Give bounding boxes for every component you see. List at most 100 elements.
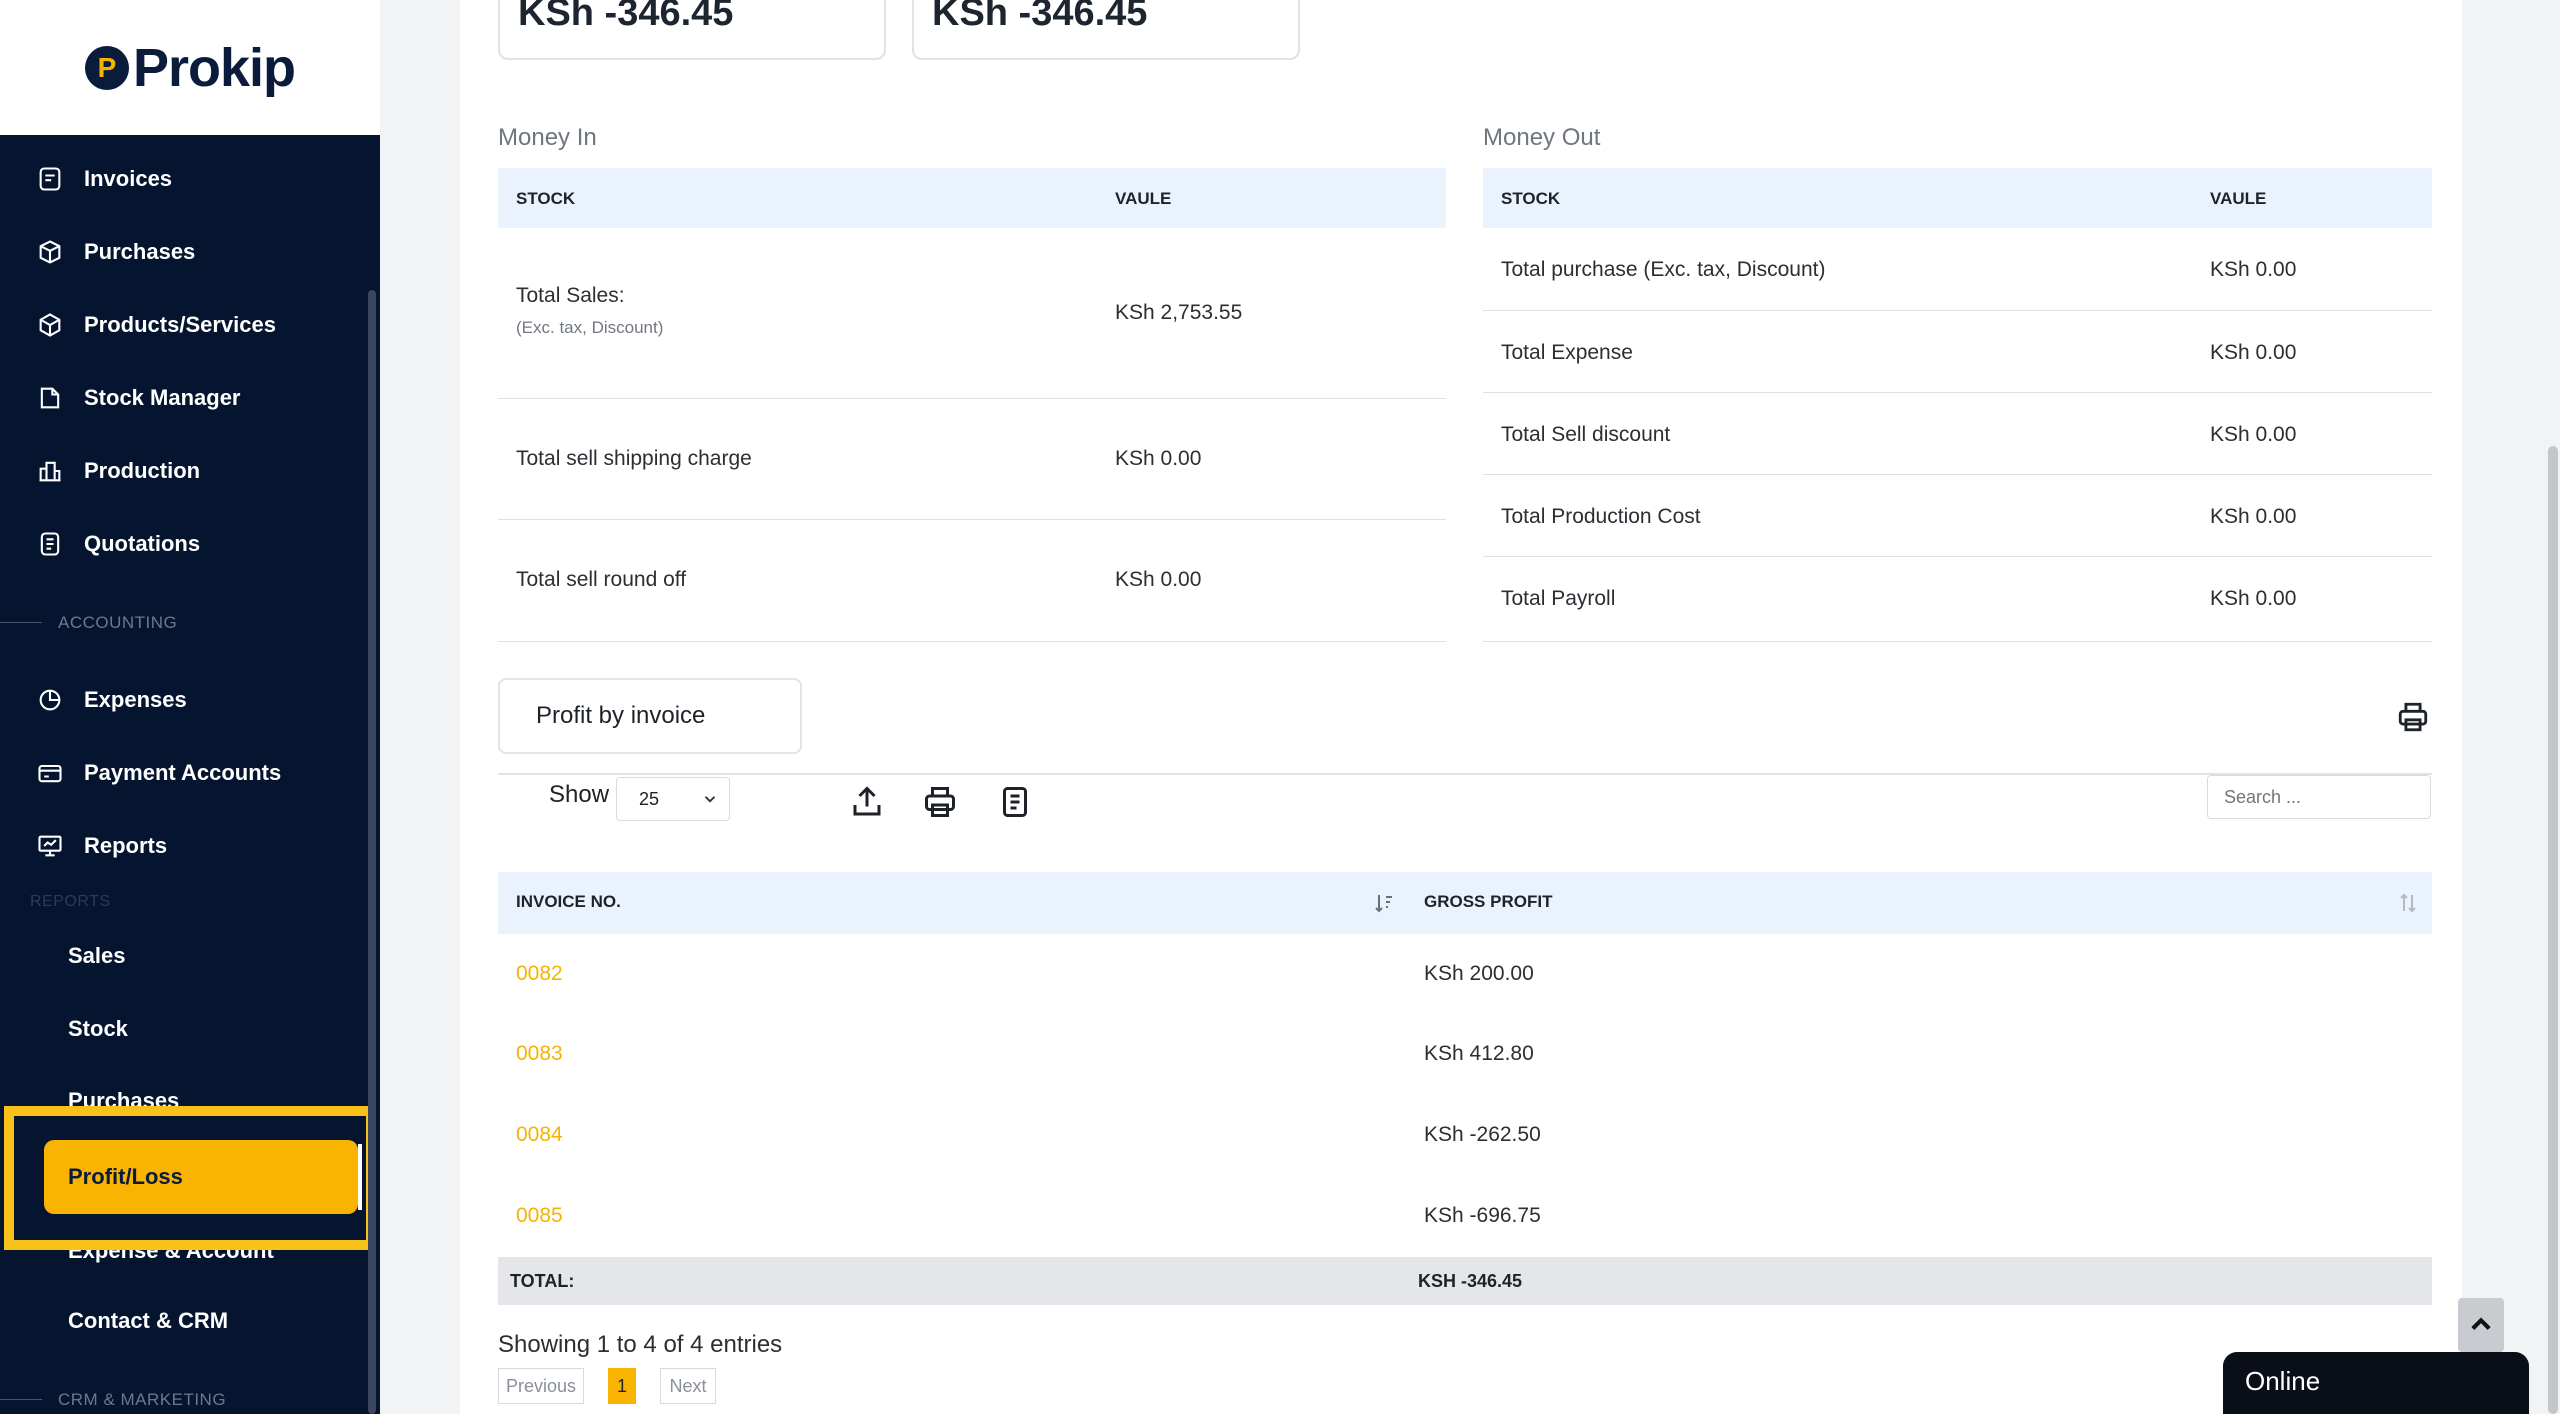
sidebar-item-label: Profit/Loss <box>68 1164 183 1189</box>
search-input[interactable] <box>2207 775 2431 819</box>
row-label: Total sell shipping charge <box>516 447 752 470</box>
row-label: Total purchase (Exc. tax, Discount) <box>1501 258 1826 281</box>
table-row: Total purchase (Exc. tax, Discount) KSh … <box>1483 228 2432 311</box>
row-label: Total Sell discount <box>1501 423 1671 446</box>
brand-mark-icon: P <box>84 45 129 90</box>
table-row: 0082 KSh 200.00 <box>498 934 2432 1014</box>
sidebar-item-label: Contact & CRM <box>68 1308 229 1333</box>
gross-profit-value: KSh 200.00 <box>1424 962 1534 985</box>
logo-area: P Prokip <box>0 0 380 135</box>
page-scrollbar[interactable] <box>2548 446 2558 1414</box>
sidebar-item-payment-accounts[interactable]: Payment Accounts <box>0 743 370 803</box>
row-value: KSh 0.00 <box>2210 587 2297 610</box>
chat-widget-online[interactable]: Online <box>2223 1352 2529 1414</box>
table-row: Total Production Cost KSh 0.00 <box>1483 475 2432 557</box>
row-value: KSh 0.00 <box>1115 568 1202 591</box>
sidebar-subitem-purchases[interactable]: Purchases <box>0 1072 370 1106</box>
column-header-invoice-no[interactable]: INVOICE NO. <box>516 892 621 912</box>
gross-profit-value: KSh 412.80 <box>1424 1042 1534 1065</box>
sidebar-item-production[interactable]: Production <box>0 441 370 501</box>
sidebar-item-stock-manager[interactable]: Stock Manager <box>0 368 370 428</box>
invoice-link[interactable]: 0084 <box>516 1123 563 1147</box>
sidebar-item-label: Invoices <box>84 166 173 191</box>
chevron-up-icon <box>2471 1317 2491 1330</box>
column-header-value: VAULE <box>1115 189 1172 208</box>
print-icon[interactable] <box>922 784 958 820</box>
row-value: KSh 0.00 <box>2210 423 2297 446</box>
column-header-stock: STOCK <box>516 189 576 208</box>
kpi-card-gross-profit: KSh -346.45 <box>912 0 1300 60</box>
section-crm-marketing: CRM & MARKETING <box>0 1385 370 1414</box>
pagination-next-button[interactable]: Next <box>660 1368 716 1404</box>
invoice-link[interactable]: 0083 <box>516 1042 563 1066</box>
sidebar-item-label: Stock Manager <box>84 385 241 410</box>
money-out-title: Money Out <box>1483 124 1601 151</box>
page-size-select[interactable]: 25 <box>616 777 730 821</box>
money-in-header: STOCK VAULE <box>498 168 1446 228</box>
table-row: Total Sales: (Exc. tax, Discount) KSh 2,… <box>498 228 1446 399</box>
sidebar-item-label: Production <box>84 458 201 483</box>
sidebar-item-invoices[interactable]: Invoices <box>0 149 370 209</box>
scroll-to-top-button[interactable] <box>2458 1298 2504 1352</box>
sidebar-subitem-profit-loss[interactable]: Profit/Loss <box>44 1140 362 1214</box>
tab-profit-by-invoice[interactable]: Profit by invoice <box>498 678 802 754</box>
sidebar-scrollbar[interactable] <box>368 290 376 1414</box>
gross-profit-value: KSh -696.75 <box>1424 1204 1541 1227</box>
sidebar-item-expenses[interactable]: Expenses <box>0 670 370 730</box>
column-header-gross-profit[interactable]: GROSS PROFIT <box>1424 892 1552 912</box>
invoice-link[interactable]: 0082 <box>516 962 563 986</box>
card-icon <box>38 764 62 783</box>
export-icon[interactable] <box>849 784 885 820</box>
invoice-link[interactable]: 0085 <box>516 1204 563 1228</box>
sidebar-item-label: Stock <box>68 1016 128 1041</box>
row-value: KSh 0.00 <box>1115 447 1202 470</box>
column-header-stock: STOCK <box>1501 189 1561 208</box>
divider <box>498 773 2432 775</box>
row-label: Total Production Cost <box>1501 505 1701 528</box>
sidebar-item-reports[interactable]: Reports <box>0 816 370 876</box>
invoice-icon <box>39 167 61 191</box>
sort-active-icon[interactable] <box>1374 892 1394 914</box>
sidebar-subitem-sales[interactable]: Sales <box>0 926 370 986</box>
sidebar-item-products-services[interactable]: Products/Services <box>0 295 370 355</box>
sidebar-item-label: Purchases <box>68 1088 180 1106</box>
money-in-title: Money In <box>498 124 597 151</box>
table-row: 0084 KSh -262.50 <box>498 1095 2432 1175</box>
table-row: Total sell round off KSh 0.00 <box>498 520 1446 642</box>
table-row: Total Payroll KSh 0.00 <box>1483 557 2432 642</box>
sidebar-subitem-expense-account[interactable]: Expense & Account <box>0 1250 370 1272</box>
row-label: Total Expense <box>1501 341 1633 364</box>
purchase-box-icon <box>39 240 61 264</box>
pagination-page-1[interactable]: 1 <box>608 1368 636 1404</box>
row-label: Total Sales: (Exc. tax, Discount) <box>516 284 663 338</box>
sidebar-item-label: Payment Accounts <box>84 760 282 785</box>
kpi-value: KSh -346.45 <box>518 0 734 34</box>
brand-logo[interactable]: P Prokip <box>84 37 296 99</box>
section-label: CRM & MARKETING <box>58 1390 227 1409</box>
total-value: KSH -346.45 <box>1418 1271 1523 1291</box>
sidebar-item-label: Quotations <box>84 531 201 556</box>
sidebar-item-purchases[interactable]: Purchases <box>0 222 370 282</box>
table-row: Total Sell discount KSh 0.00 <box>1483 393 2432 475</box>
table-row: 0085 KSh -696.75 <box>498 1176 2432 1256</box>
column-header-value: VAULE <box>2210 189 2267 208</box>
print-icon[interactable] <box>2396 700 2430 734</box>
active-indicator <box>358 1144 362 1210</box>
sidebar-subitem-contact-crm[interactable]: Contact & CRM <box>0 1291 370 1351</box>
row-value: KSh 0.00 <box>2210 505 2297 528</box>
section-divider <box>0 622 42 623</box>
sidebar-item-quotations[interactable]: Quotations <box>0 514 370 574</box>
presentation-icon <box>38 835 62 857</box>
sidebar-item-label: Expense & Account <box>68 1250 274 1263</box>
page-size-value: 25 <box>639 788 660 809</box>
document-icon[interactable] <box>997 784 1033 820</box>
table-row: Total Expense KSh 0.00 <box>1483 311 2432 393</box>
pagination-previous-button[interactable]: Previous <box>498 1368 584 1404</box>
sort-icon[interactable] <box>2398 892 2418 914</box>
pie-chart-icon <box>39 689 61 711</box>
show-entries-label: Show <box>549 781 610 808</box>
sidebar-subitem-stock[interactable]: Stock <box>0 999 370 1059</box>
cube-icon <box>39 313 61 337</box>
kpi-value: KSh -346.45 <box>932 0 1148 34</box>
total-label: TOTAL: <box>510 1271 575 1291</box>
